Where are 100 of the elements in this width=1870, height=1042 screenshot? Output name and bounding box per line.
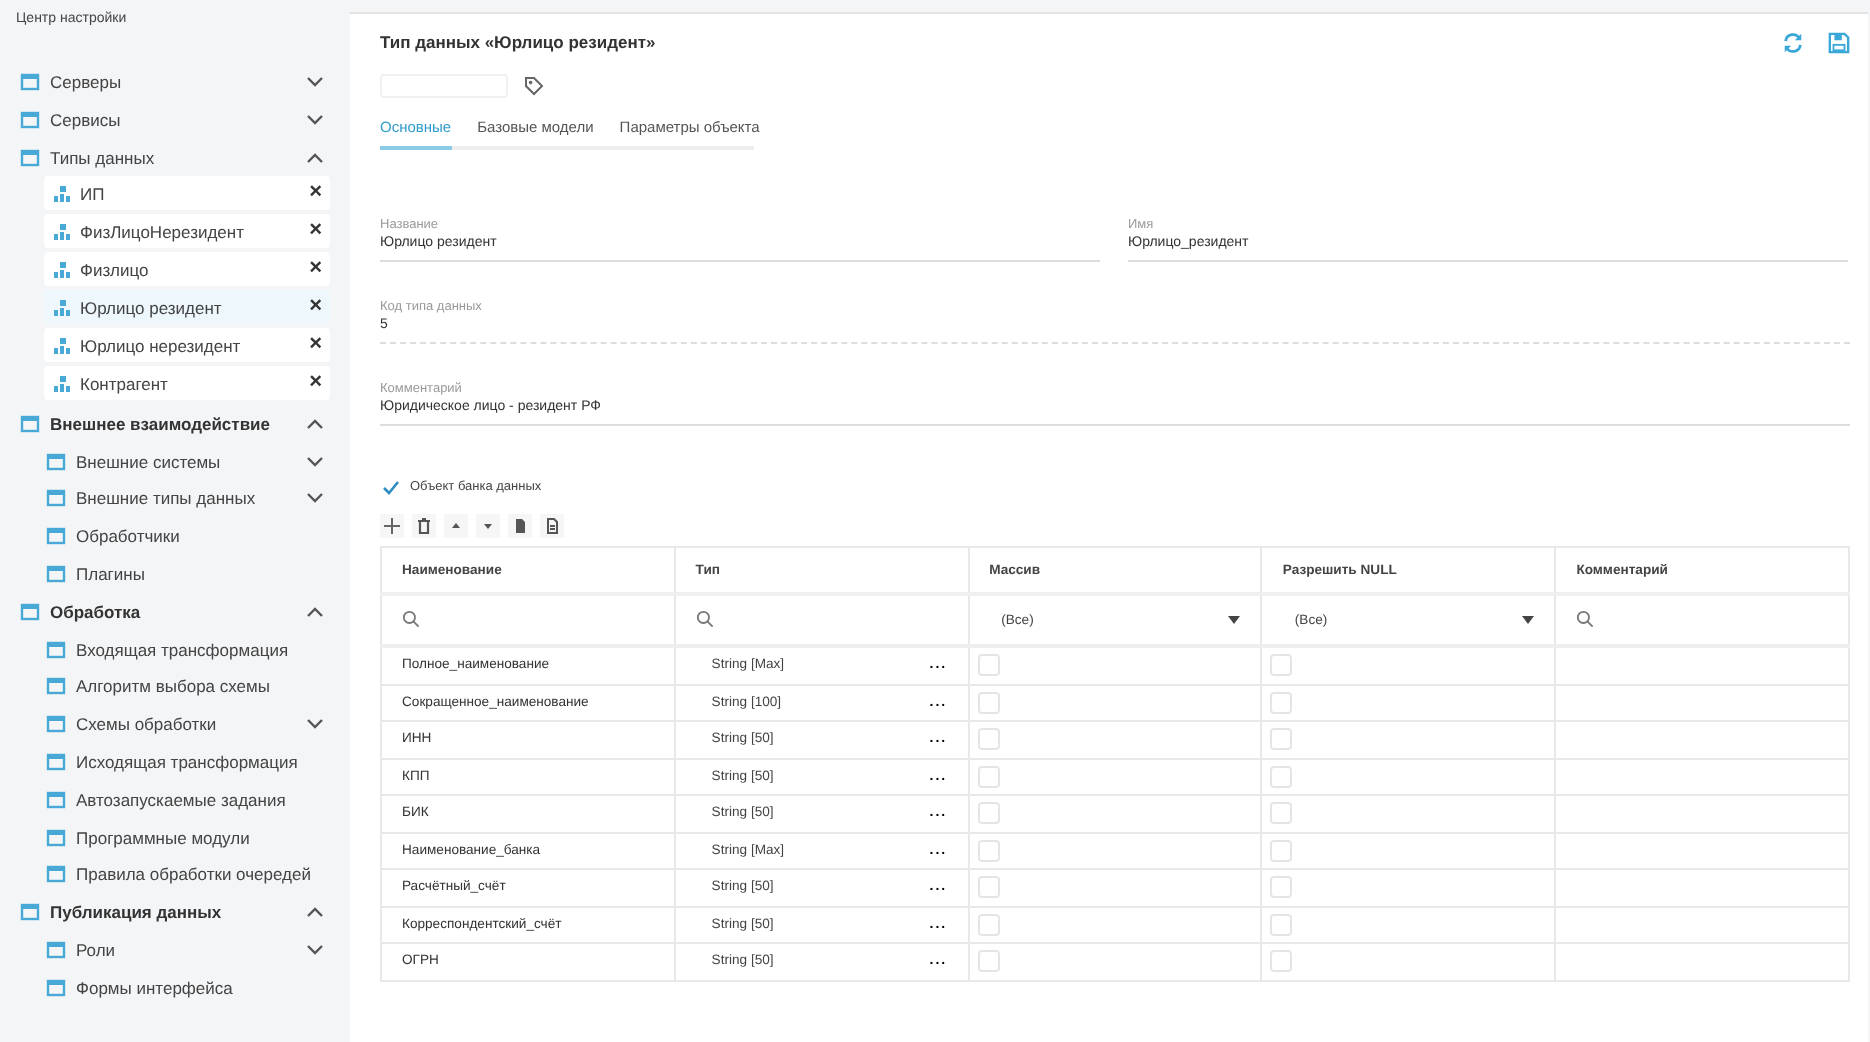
chevron-icon[interactable]: [306, 76, 324, 89]
chevron-icon[interactable]: [306, 114, 324, 127]
down-arrow-button[interactable]: [476, 514, 500, 538]
chevron-icon[interactable]: [306, 417, 324, 430]
caret-icon: [1228, 616, 1241, 624]
data-type-tab[interactable]: Юрлицо резидент ×: [44, 290, 330, 325]
checkbox[interactable]: [977, 950, 1000, 973]
checkbox[interactable]: [977, 913, 1000, 936]
hierarchy-icon: [52, 259, 72, 280]
checkbox[interactable]: [1270, 802, 1293, 825]
sidebar-item[interactable]: Алгоритм выбора схемы: [0, 667, 350, 706]
sidebar-item[interactable]: Автозапускаемые задания: [0, 780, 350, 819]
checkbox[interactable]: [1270, 876, 1293, 899]
up-arrow-button[interactable]: [444, 514, 468, 538]
close-button[interactable]: ×: [309, 372, 322, 395]
chevron-icon[interactable]: [306, 492, 324, 505]
tab-label: Юрлицо резидент: [80, 297, 224, 318]
sidebar-item[interactable]: Внешнее взаимодействие: [0, 404, 350, 443]
checkbox[interactable]: [977, 802, 1000, 825]
checkbox[interactable]: [1270, 950, 1293, 973]
add-icon: [382, 516, 402, 536]
sidebar-item[interactable]: Правила обработки очередей: [0, 855, 350, 894]
checkbox[interactable]: [1270, 839, 1293, 862]
document-button[interactable]: [508, 514, 532, 538]
window-icon: [46, 789, 66, 810]
tag-icon[interactable]: [524, 76, 544, 96]
window-icon: [46, 939, 66, 960]
close-button[interactable]: ×: [309, 182, 322, 205]
tab-label: Физлицо: [80, 259, 151, 280]
trash-button[interactable]: [412, 514, 436, 538]
close-button[interactable]: ×: [309, 220, 322, 243]
window-icon: [46, 526, 66, 547]
checkbox[interactable]: [977, 765, 1000, 788]
document-icon: [542, 516, 562, 536]
sidebar-item[interactable]: Программные модули: [0, 818, 350, 856]
search-icon[interactable]: [1576, 609, 1595, 627]
document-icon: [510, 516, 530, 536]
tab-label: Контрагент: [80, 373, 170, 394]
sidebar-item[interactable]: Внешние типы данных: [0, 479, 350, 518]
checkbox[interactable]: [977, 728, 1000, 751]
window-icon: [46, 563, 66, 584]
checkbox[interactable]: [1270, 913, 1293, 936]
sidebar-item[interactable]: Внешние системы: [0, 442, 350, 480]
close-button[interactable]: ×: [309, 296, 322, 319]
hierarchy-icon: [52, 335, 72, 356]
sidebar-item[interactable]: Формы интерфейса: [0, 968, 350, 1007]
sidebar-item[interactable]: Плагины: [0, 555, 350, 593]
checkbox[interactable]: [977, 691, 1000, 714]
sidebar-item[interactable]: Сервисы: [0, 101, 350, 140]
data-type-tab[interactable]: ИП ×: [44, 176, 330, 211]
window-icon: [20, 110, 40, 131]
search-icon[interactable]: [695, 609, 714, 627]
window-icon: [46, 639, 66, 660]
sidebar-item[interactable]: Обработчики: [0, 517, 350, 556]
add-button[interactable]: [380, 514, 404, 538]
close-button[interactable]: ×: [309, 334, 322, 357]
chevron-icon[interactable]: [306, 605, 324, 618]
window-icon: [46, 676, 66, 697]
data-type-tab[interactable]: Юрлицо нерезидент ×: [44, 328, 330, 363]
checkbox[interactable]: [977, 654, 1000, 677]
window-icon: [46, 714, 66, 735]
caret-icon: [1522, 616, 1535, 624]
sidebar-item[interactable]: Обработка: [0, 592, 350, 631]
sidebar-item[interactable]: Роли: [0, 931, 350, 969]
window-icon: [20, 902, 40, 923]
data-type-tab[interactable]: ФизЛицоНерезидент ×: [44, 214, 330, 249]
tab-label: ИП: [80, 183, 107, 204]
search-icon[interactable]: [402, 609, 420, 627]
hierarchy-icon: [52, 297, 72, 318]
checkbox[interactable]: [1270, 654, 1293, 677]
sidebar-item[interactable]: Типы данных: [0, 139, 350, 177]
document-button[interactable]: [540, 514, 564, 538]
checkbox[interactable]: [977, 839, 1000, 862]
sidebar-item[interactable]: Публикация данных: [0, 893, 350, 932]
refresh-icon[interactable]: [1782, 31, 1804, 53]
window-icon: [46, 488, 66, 509]
chevron-icon[interactable]: [306, 718, 324, 731]
chevron-icon[interactable]: [306, 906, 324, 919]
chevron-icon[interactable]: [306, 151, 324, 164]
checkbox[interactable]: [1270, 765, 1293, 788]
checkbox[interactable]: [1270, 691, 1293, 714]
chevron-icon[interactable]: [306, 943, 324, 956]
save-icon[interactable]: [1828, 31, 1850, 53]
hierarchy-icon: [52, 183, 72, 204]
window-icon: [46, 827, 66, 848]
chevron-icon[interactable]: [306, 455, 324, 468]
page-title: Тип данных «Юрлицо резидент»: [380, 32, 658, 52]
window-icon: [20, 413, 40, 434]
data-type-tab[interactable]: Физлицо ×: [44, 252, 330, 287]
window-icon: [20, 147, 40, 168]
sidebar-item[interactable]: Исходящая трансформация: [0, 743, 350, 781]
sidebar-item[interactable]: Входящая трансформация: [0, 630, 350, 668]
data-type-tab[interactable]: Контрагент ×: [44, 366, 330, 401]
close-button[interactable]: ×: [309, 258, 322, 281]
window-icon: [20, 72, 40, 93]
checkbox[interactable]: [1270, 728, 1293, 751]
tab-label: Юрлицо нерезидент: [80, 335, 243, 356]
sidebar-item[interactable]: Серверы: [0, 64, 350, 102]
checkbox[interactable]: [977, 876, 1000, 899]
sidebar-item[interactable]: Схемы обработки: [0, 705, 350, 744]
